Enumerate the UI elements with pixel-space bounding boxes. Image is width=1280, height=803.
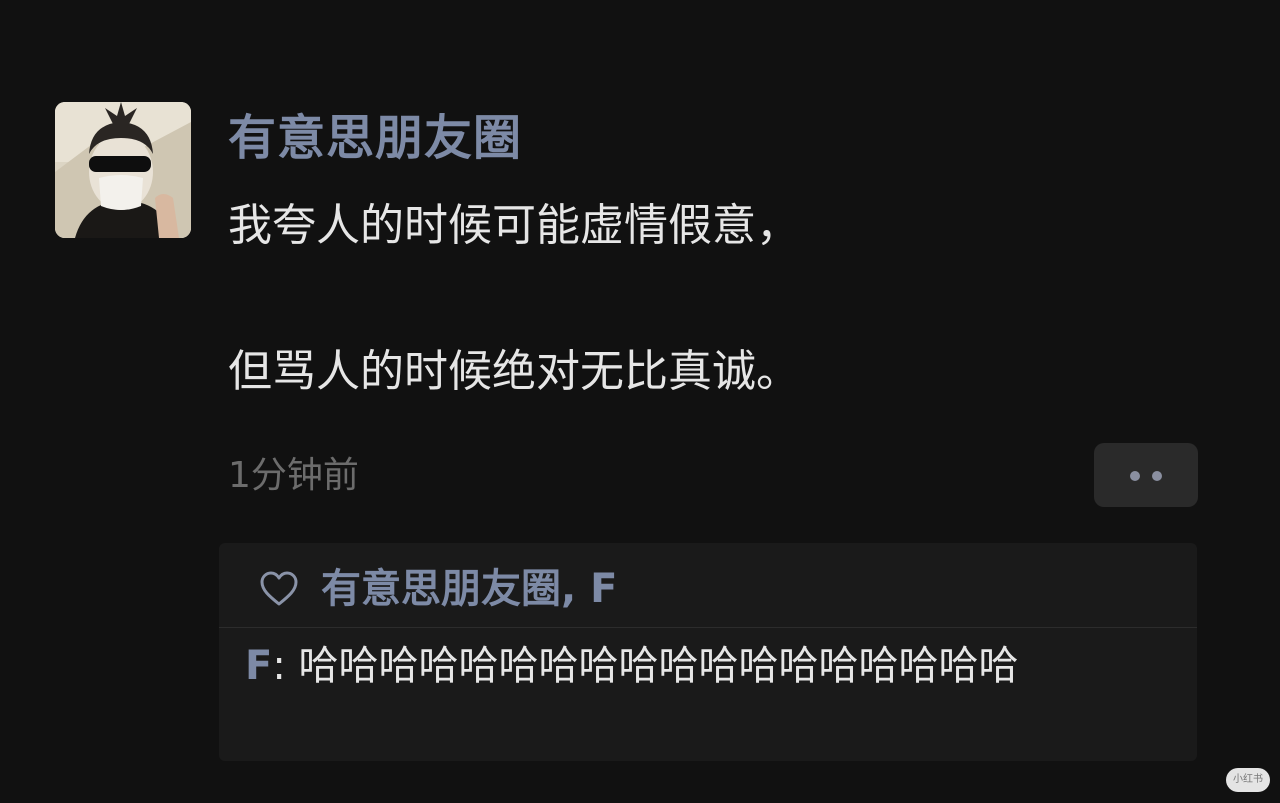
comment-separator: : xyxy=(272,643,299,689)
avatar-image xyxy=(55,102,191,238)
avatar[interactable] xyxy=(55,102,191,238)
post-content-line: 但骂人的时候绝对无比真诚。 xyxy=(228,346,800,397)
more-options-button[interactable] xyxy=(1094,443,1198,507)
comment-author[interactable]: F xyxy=(245,643,272,689)
moments-post: 有意思朋友圈 我夸人的时候可能虚情假意， 但骂人的时候绝对无比真诚。 1分钟前 … xyxy=(0,0,1280,803)
post-content-line: 我夸人的时候可能虚情假意， xyxy=(228,200,800,251)
comment-item[interactable]: F: 哈哈哈哈哈哈哈哈哈哈哈哈哈哈哈哈哈哈 xyxy=(245,641,1175,691)
post-author-name[interactable]: 有意思朋友圈 xyxy=(228,106,522,170)
likes-row: 有意思朋友圈, F xyxy=(257,557,617,621)
liked-by-names[interactable]: 有意思朋友圈, F xyxy=(321,557,617,621)
more-dots-icon xyxy=(1152,471,1162,481)
watermark-logo: 小红书 xyxy=(1226,768,1270,792)
heart-icon xyxy=(257,567,301,611)
likes-comments-panel: 有意思朋友圈, F F: 哈哈哈哈哈哈哈哈哈哈哈哈哈哈哈哈哈哈 xyxy=(219,543,1197,761)
more-dots-icon xyxy=(1130,471,1140,481)
post-timestamp: 1分钟前 xyxy=(228,455,359,496)
divider xyxy=(219,627,1197,628)
comment-text: 哈哈哈哈哈哈哈哈哈哈哈哈哈哈哈哈哈哈 xyxy=(298,643,1019,689)
